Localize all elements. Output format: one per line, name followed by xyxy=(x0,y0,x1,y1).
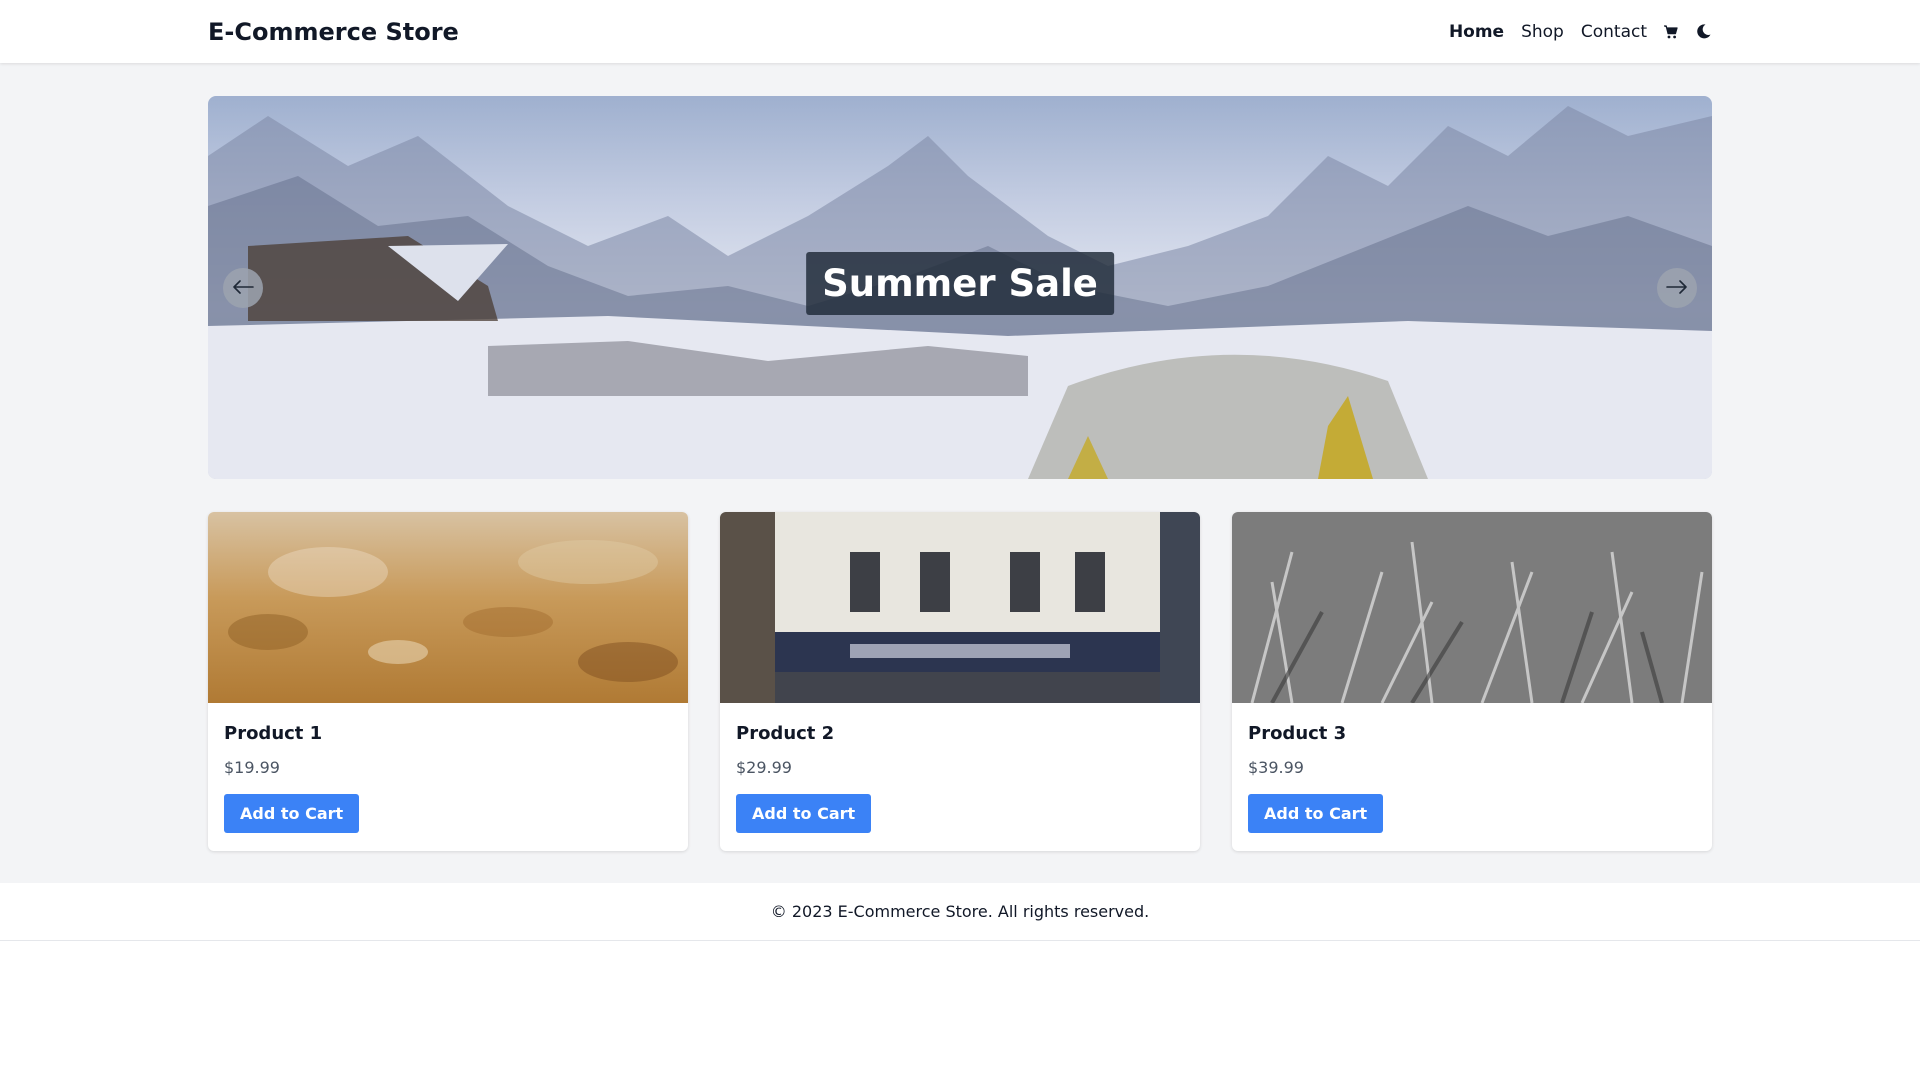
add-to-cart-button[interactable]: Add to Cart xyxy=(736,794,872,833)
navbar-inner: E-Commerce Store Home Shop Contact xyxy=(208,0,1712,63)
product-price: $19.99 xyxy=(224,758,280,777)
product-image xyxy=(1232,512,1712,703)
brand-logo[interactable]: E-Commerce Store xyxy=(208,18,459,46)
card-body: Product 2 $29.99 Add to Cart xyxy=(720,703,1200,833)
navbar: E-Commerce Store Home Shop Contact xyxy=(0,0,1920,63)
product-title[interactable]: Product 2 xyxy=(736,723,1184,744)
card-body: Product 1 $19.99 Add to Cart xyxy=(208,703,688,833)
moon-icon[interactable] xyxy=(1695,23,1712,40)
nav-link-home[interactable]: Home xyxy=(1449,22,1504,42)
product-image xyxy=(208,512,688,703)
arrow-left-icon xyxy=(232,279,254,298)
product-title[interactable]: Product 1 xyxy=(224,723,672,744)
cart-icon[interactable] xyxy=(1663,24,1679,40)
main-content: Summer Sale Product 1 $19.99 Add to Cart… xyxy=(0,63,1920,883)
product-price: $39.99 xyxy=(1248,758,1304,777)
hero-carousel: Summer Sale xyxy=(208,96,1712,479)
product-card: Product 3 $39.99 Add to Cart xyxy=(1232,512,1712,851)
arrow-right-icon xyxy=(1666,279,1688,298)
add-to-cart-button[interactable]: Add to Cart xyxy=(1248,794,1384,833)
footer: © 2023 E-Commerce Store. All rights rese… xyxy=(0,883,1920,941)
nav-link-contact[interactable]: Contact xyxy=(1581,22,1647,42)
card-body: Product 3 $39.99 Add to Cart xyxy=(1232,703,1712,833)
product-image xyxy=(720,512,1200,703)
product-title[interactable]: Product 3 xyxy=(1248,723,1696,744)
hero-caption: Summer Sale xyxy=(806,252,1114,315)
carousel-prev-button[interactable] xyxy=(223,268,263,308)
product-card: Product 2 $29.99 Add to Cart xyxy=(720,512,1200,851)
nav-link-shop[interactable]: Shop xyxy=(1521,22,1564,42)
product-price: $29.99 xyxy=(736,758,792,777)
copyright-text: © 2023 E-Commerce Store. All rights rese… xyxy=(770,902,1150,921)
product-card: Product 1 $19.99 Add to Cart xyxy=(208,512,688,851)
content-container: Summer Sale Product 1 $19.99 Add to Cart… xyxy=(208,96,1712,851)
add-to-cart-button[interactable]: Add to Cart xyxy=(224,794,360,833)
carousel-next-button[interactable] xyxy=(1657,268,1697,308)
nav-links: Home Shop Contact xyxy=(1432,22,1712,42)
product-grid: Product 1 $19.99 Add to Cart Product 2 $… xyxy=(208,512,1712,851)
